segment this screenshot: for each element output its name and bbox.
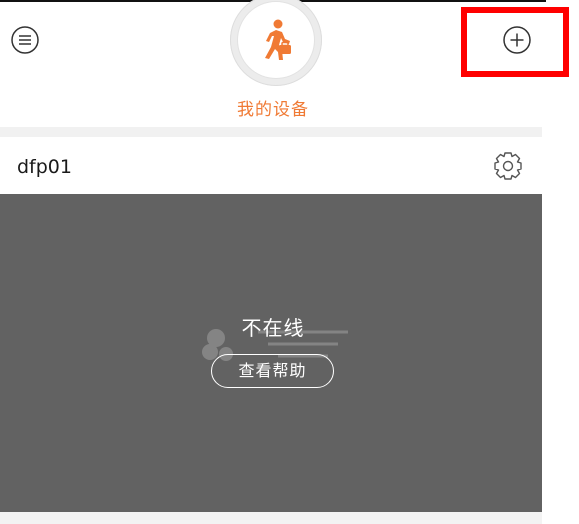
- walking-person-icon: [265, 19, 291, 60]
- bottom-separator: [0, 512, 542, 524]
- device-settings-button[interactable]: [491, 149, 525, 183]
- view-help-button[interactable]: 查看帮助: [211, 354, 334, 388]
- device-card: dfp01 不在线 查看帮助: [0, 137, 542, 512]
- section-separator: [0, 127, 542, 137]
- device-status-text: 不在线: [241, 316, 305, 340]
- device-video-area[interactable]: 不在线 查看帮助: [0, 194, 542, 512]
- plus-circle-icon: [503, 26, 531, 54]
- user-avatar[interactable]: [230, 0, 322, 86]
- device-header: dfp01: [0, 137, 542, 194]
- menu-icon: [11, 26, 39, 54]
- page-title: 我的设备: [237, 100, 309, 120]
- menu-button[interactable]: [10, 25, 40, 55]
- avatar-inner-circle: [238, 2, 314, 78]
- gear-icon: [494, 152, 522, 180]
- device-name: dfp01: [17, 156, 72, 178]
- add-device-button[interactable]: [502, 25, 532, 55]
